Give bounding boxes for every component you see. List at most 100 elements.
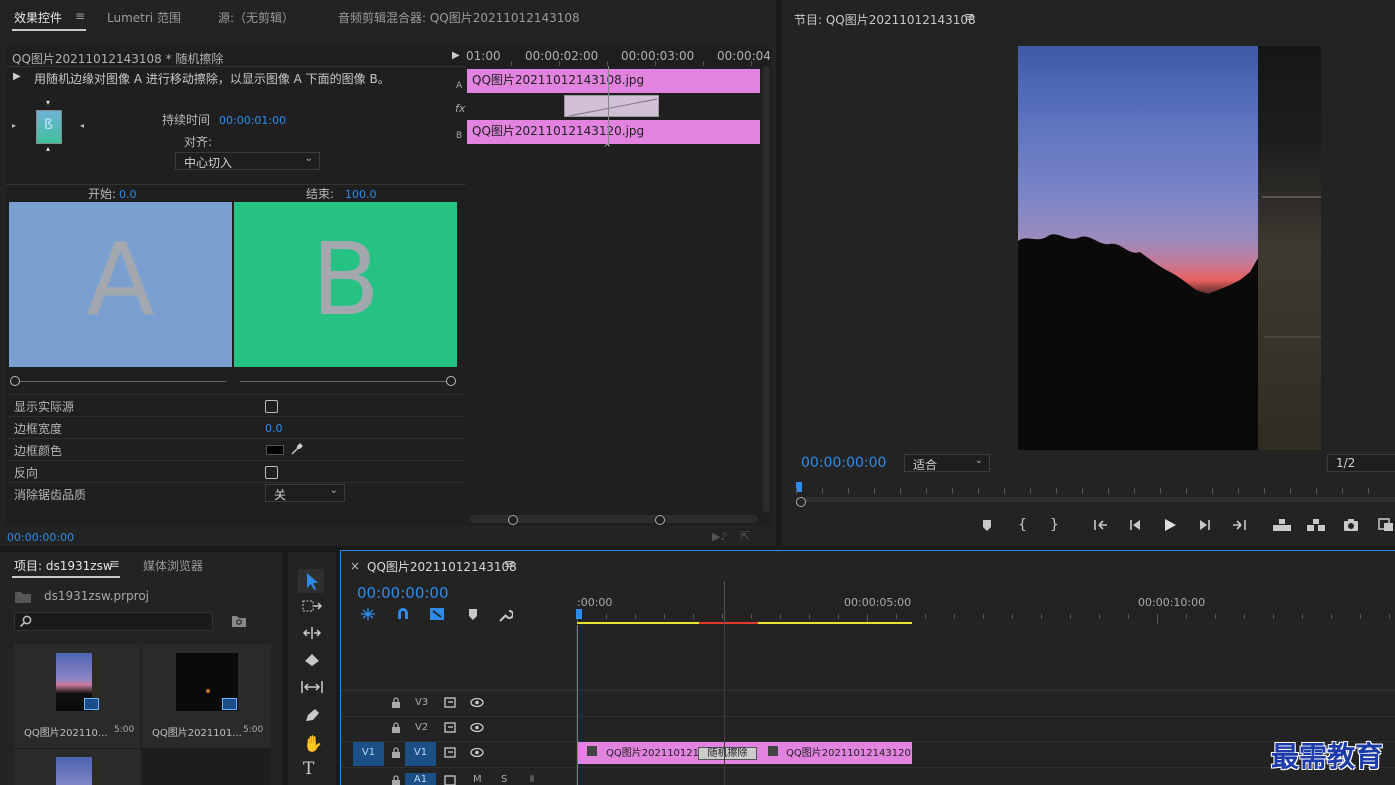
step-back-icon[interactable] bbox=[1128, 518, 1142, 532]
sync-lock-icon[interactable] bbox=[444, 697, 458, 708]
eye-visibility-icon[interactable] bbox=[470, 722, 484, 733]
border-color-swatch[interactable] bbox=[266, 445, 284, 455]
wrench-settings-icon[interactable] bbox=[497, 607, 513, 623]
track-select-tool-icon[interactable] bbox=[302, 599, 322, 613]
export-icon[interactable]: ⇱ bbox=[740, 529, 750, 543]
add-marker-icon[interactable] bbox=[980, 518, 994, 532]
sync-lock-icon[interactable] bbox=[444, 722, 458, 733]
eye-visibility-icon[interactable] bbox=[470, 697, 484, 708]
sync-lock-icon[interactable] bbox=[444, 775, 458, 785]
tab-effect-controls[interactable]: 效果控件 bbox=[14, 9, 62, 26]
step-forward-icon[interactable] bbox=[1198, 518, 1212, 532]
end-slider-handle[interactable] bbox=[446, 376, 456, 386]
anchor-right-arrow-icon[interactable]: ◂ bbox=[80, 121, 84, 130]
start-slider[interactable] bbox=[10, 376, 226, 388]
project-menu-icon[interactable]: ≡ bbox=[109, 557, 120, 572]
resolution-dropdown[interactable]: 1/2 bbox=[1327, 454, 1395, 472]
lift-icon[interactable] bbox=[1272, 518, 1292, 532]
lock-icon[interactable] bbox=[391, 747, 401, 758]
slip-tool-icon[interactable] bbox=[301, 680, 323, 694]
border-width-value[interactable]: 0.0 bbox=[265, 422, 283, 435]
pen-tool-icon[interactable] bbox=[303, 707, 321, 723]
anchor-down-arrow-icon[interactable]: ▴ bbox=[46, 144, 50, 153]
program-zoom-handle[interactable] bbox=[796, 497, 806, 507]
project-search-input[interactable] bbox=[14, 612, 213, 631]
project-item[interactable]: QQ图片2021101... 5:00 bbox=[142, 644, 271, 748]
new-bin-search-icon[interactable] bbox=[231, 614, 247, 628]
show-actual-checkbox[interactable] bbox=[265, 400, 278, 413]
timeline-ruler[interactable]: :00:00 00:00:05:00 00:00:10:00 bbox=[576, 591, 1395, 625]
fit-dropdown[interactable]: 适合 ⌄ bbox=[904, 454, 990, 472]
mini-clip-b[interactable]: QQ图片20211012143120.jpg bbox=[467, 120, 760, 144]
program-menu-icon[interactable]: ≡ bbox=[964, 10, 975, 25]
antialias-dropdown[interactable]: 关 ⌄ bbox=[265, 484, 345, 502]
microphone-icon[interactable] bbox=[527, 774, 537, 785]
track-target-a1[interactable]: A1 bbox=[405, 773, 436, 785]
nest-toggle-icon[interactable] bbox=[360, 607, 376, 621]
start-value[interactable]: 0.0 bbox=[119, 188, 137, 201]
tab-lumetri[interactable]: Lumetri 范围 bbox=[107, 9, 181, 26]
selection-tool-icon[interactable] bbox=[298, 569, 324, 593]
work-area-bar[interactable] bbox=[758, 622, 912, 624]
snap-magnet-icon[interactable] bbox=[396, 607, 410, 621]
track-target-v1[interactable]: V1 bbox=[405, 742, 436, 766]
anchor-up-arrow-icon[interactable]: ▾ bbox=[46, 98, 50, 107]
audio-output-icon[interactable]: ▶♪ bbox=[712, 530, 727, 543]
mini-clip-a[interactable]: QQ图片20211012143108.jpg bbox=[467, 69, 760, 93]
program-scrubber[interactable] bbox=[796, 482, 1395, 502]
tab-source[interactable]: 源:（无剪辑） bbox=[218, 9, 294, 26]
eye-visibility-icon[interactable] bbox=[470, 747, 484, 758]
play-icon[interactable] bbox=[1163, 517, 1177, 533]
sync-lock-icon[interactable] bbox=[444, 747, 458, 758]
lock-icon[interactable] bbox=[391, 722, 401, 733]
project-item[interactable] bbox=[14, 749, 141, 785]
show-timeline-arrow-icon[interactable]: ▶ bbox=[452, 50, 460, 61]
timeline-playhead[interactable] bbox=[577, 625, 578, 785]
razor-tool-icon[interactable] bbox=[303, 652, 321, 668]
export-frame-camera-icon[interactable] bbox=[1343, 518, 1359, 532]
tab-audio-mixer[interactable]: 音频剪辑混合器: QQ图片20211012143108 bbox=[338, 9, 580, 26]
start-slider-handle[interactable] bbox=[10, 376, 20, 386]
lock-icon[interactable] bbox=[391, 775, 401, 785]
tab-media-browser[interactable]: 媒体浏览器 bbox=[143, 557, 203, 574]
program-timecode[interactable]: 00:00:00:00 bbox=[801, 455, 886, 471]
solo-button[interactable]: S bbox=[501, 774, 507, 785]
end-slider[interactable] bbox=[240, 376, 458, 388]
add-marker-icon[interactable] bbox=[467, 608, 479, 621]
sequence-menu-icon[interactable]: ≡ bbox=[504, 557, 515, 572]
mini-zoom-end-handle[interactable] bbox=[655, 515, 665, 525]
reverse-checkbox[interactable] bbox=[265, 466, 278, 479]
transition-clip[interactable]: 随机擦除 bbox=[698, 747, 757, 760]
source-patch-v1[interactable]: V1 bbox=[353, 742, 384, 766]
tab-menu-icon[interactable]: ≡ bbox=[75, 9, 85, 23]
anchor-left-arrow-icon[interactable]: ▸ bbox=[12, 121, 16, 130]
mini-transition-block[interactable] bbox=[564, 95, 659, 117]
program-monitor-title[interactable]: 节目: QQ图片20211012143108 bbox=[794, 11, 976, 28]
project-item[interactable]: QQ图片202110... 5:00 bbox=[14, 644, 141, 748]
mini-zoom-start-handle[interactable] bbox=[508, 515, 518, 525]
close-sequence-icon[interactable]: × bbox=[350, 559, 360, 573]
go-to-out-icon[interactable] bbox=[1231, 518, 1247, 532]
sequence-tab[interactable]: QQ图片20211012143108 bbox=[367, 558, 517, 575]
go-to-in-icon[interactable] bbox=[1093, 518, 1109, 532]
mark-out-icon[interactable]: } bbox=[1050, 517, 1059, 533]
linked-selection-icon[interactable] bbox=[429, 607, 445, 621]
compare-view-icon[interactable] bbox=[1378, 518, 1394, 532]
tab-project[interactable]: 项目: ds1931zsw bbox=[14, 557, 113, 574]
eyedropper-icon[interactable] bbox=[290, 442, 304, 456]
type-tool-icon[interactable]: T bbox=[303, 759, 314, 779]
timeline-clip-2[interactable]: QQ图片20211012143120.jpg bbox=[760, 742, 912, 764]
vertical-scrollbar[interactable] bbox=[763, 66, 770, 512]
align-dropdown[interactable]: 中心切入 ⌄ bbox=[175, 152, 320, 170]
hand-tool-icon[interactable]: ✋ bbox=[303, 734, 323, 753]
mute-button[interactable]: M bbox=[473, 774, 482, 785]
duration-value[interactable]: 00:00:01:00 bbox=[219, 114, 286, 127]
effect-controls-timecode[interactable]: 00:00:00:00 bbox=[7, 531, 74, 544]
program-video-frame[interactable] bbox=[1018, 46, 1321, 450]
mark-in-icon[interactable]: { bbox=[1018, 517, 1027, 533]
timeline-timecode[interactable]: 00:00:00:00 bbox=[357, 584, 449, 602]
ripple-edit-tool-icon[interactable] bbox=[302, 626, 322, 640]
end-value[interactable]: 100.0 bbox=[345, 188, 377, 201]
work-area-bar[interactable] bbox=[577, 622, 699, 624]
expand-description-icon[interactable]: ▶ bbox=[13, 71, 21, 82]
